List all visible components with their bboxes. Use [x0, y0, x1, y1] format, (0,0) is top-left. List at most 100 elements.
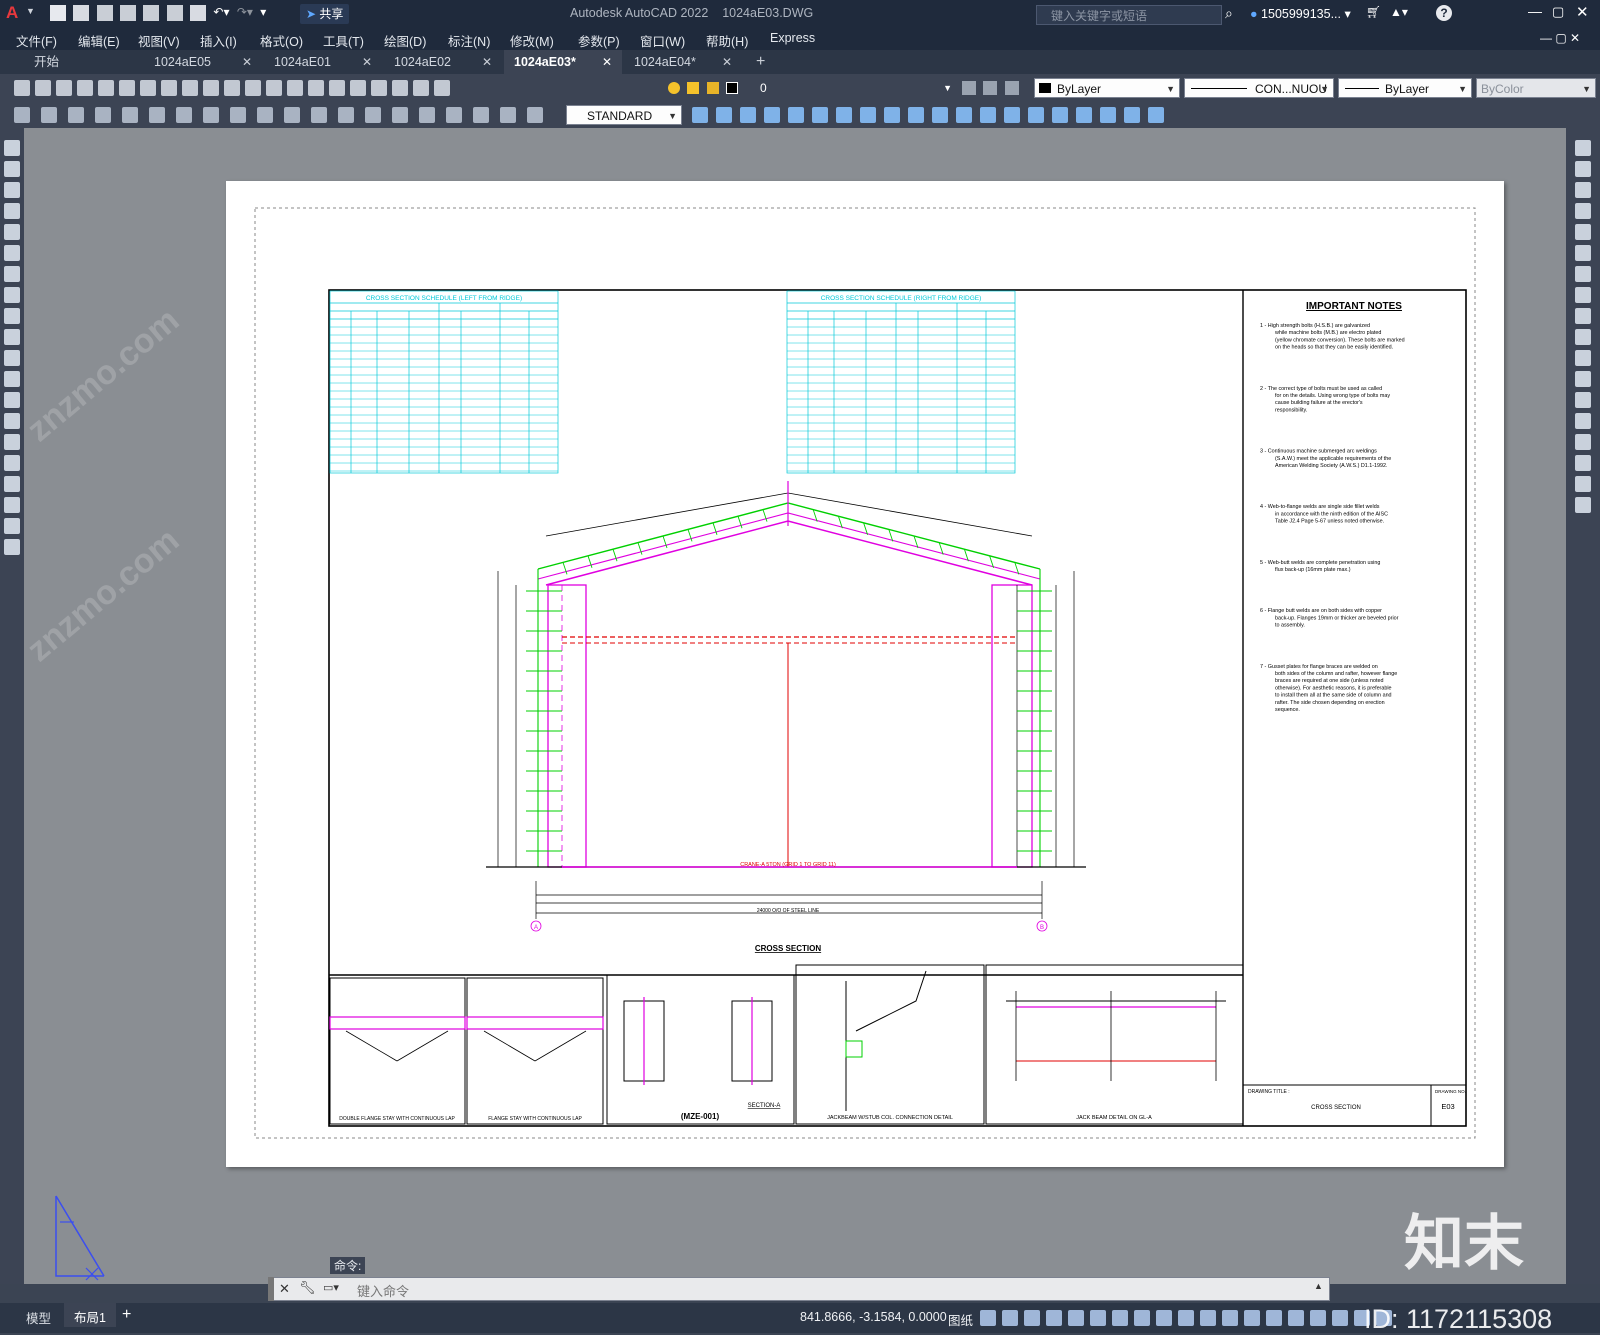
units-icon[interactable]	[1266, 1310, 1282, 1326]
3d-move-icon[interactable]	[1124, 107, 1140, 123]
search-icon[interactable]: ⌕	[1225, 5, 1233, 22]
minimize-icon[interactable]: —	[1528, 3, 1542, 19]
angular-dim-icon[interactable]	[230, 107, 246, 123]
hardware-acceleration-icon[interactable]	[1332, 1310, 1348, 1326]
doc-window-controls[interactable]: — ▢ ✕	[1540, 31, 1580, 45]
zoom-icon[interactable]	[224, 80, 240, 96]
close-tab-icon[interactable]: ✕	[602, 55, 612, 69]
menu-help[interactable]: 帮助(H)	[706, 31, 748, 50]
join-icon[interactable]	[1575, 413, 1591, 429]
region-icon[interactable]	[4, 476, 20, 492]
markup-icon[interactable]	[371, 80, 387, 96]
menu-window[interactable]: 窗口(W)	[640, 31, 685, 50]
stretch-icon[interactable]	[1575, 308, 1591, 324]
3d-cylinder-icon[interactable]	[716, 107, 732, 123]
save-web-icon[interactable]	[166, 5, 183, 21]
dimedit-icon[interactable]	[473, 107, 489, 123]
properties-icon[interactable]	[287, 80, 303, 96]
array-icon[interactable]	[1575, 224, 1591, 240]
zoom-previous-icon[interactable]	[266, 80, 282, 96]
polar-icon[interactable]	[1046, 1310, 1062, 1326]
ellipse-icon[interactable]	[4, 329, 20, 345]
close-tab-icon[interactable]: ✕	[722, 55, 732, 69]
new-icon[interactable]	[14, 80, 30, 96]
hatch-icon[interactable]	[4, 434, 20, 450]
arc-icon[interactable]	[4, 245, 20, 261]
close-icon[interactable]: ✕	[1576, 3, 1589, 21]
search-box[interactable]: 键入关键字或短语	[1036, 5, 1222, 25]
save-icon[interactable]	[56, 80, 72, 96]
menu-view[interactable]: 视图(V)	[138, 31, 180, 50]
close-tab-icon[interactable]: ✕	[242, 55, 252, 69]
quick-properties-icon[interactable]	[1288, 1310, 1304, 1326]
publish-icon[interactable]	[119, 80, 135, 96]
radius-dim-icon[interactable]	[149, 107, 165, 123]
dimtedit-icon[interactable]	[500, 107, 516, 123]
plotstyle-dropdown[interactable]: ByColor ▼	[1476, 78, 1596, 98]
center-mark-icon[interactable]	[392, 107, 408, 123]
tab-start[interactable]: 开始	[24, 50, 142, 74]
pan-icon[interactable]	[203, 80, 219, 96]
coordinates-readout[interactable]: 841.8666, -3.1584, 0.0000	[800, 1310, 947, 1324]
zoom-window-icon[interactable]	[245, 80, 261, 96]
dimstyle-dropdown[interactable]: STANDARD ▼	[566, 105, 682, 125]
share-button[interactable]: ➤ 共享	[300, 4, 350, 24]
offset-icon[interactable]	[1575, 203, 1591, 219]
command-recent-icon[interactable]: ▭▾	[323, 1281, 339, 1294]
break-icon[interactable]	[1575, 392, 1591, 408]
close-tab-icon[interactable]: ✕	[362, 55, 372, 69]
diameter-dim-icon[interactable]	[203, 107, 219, 123]
add-layout-icon[interactable]: +	[122, 1306, 131, 1324]
circle-icon[interactable]	[4, 266, 20, 282]
ordinate-dim-icon[interactable]	[122, 107, 138, 123]
dim-update-icon[interactable]	[527, 107, 543, 123]
command-expand-icon[interactable]: ▲	[1314, 1281, 1323, 1291]
3d-sphere-icon[interactable]	[764, 107, 780, 123]
union-icon[interactable]	[956, 107, 972, 123]
point-icon[interactable]	[4, 413, 20, 429]
snap-mode-icon[interactable]	[980, 1310, 996, 1326]
inspection-icon[interactable]	[419, 107, 435, 123]
selection-cycling-icon[interactable]	[1178, 1310, 1194, 1326]
baseline-dim-icon[interactable]	[257, 107, 273, 123]
revolve-icon[interactable]	[884, 107, 900, 123]
annotation-scale-icon[interactable]	[1200, 1310, 1216, 1326]
3d-pyramid-icon[interactable]	[788, 107, 804, 123]
transparency-icon[interactable]	[1156, 1310, 1172, 1326]
layer-isolate-icon[interactable]	[1004, 80, 1019, 95]
move-icon[interactable]	[1575, 245, 1591, 261]
new-icon[interactable]	[50, 5, 66, 21]
search-input[interactable]: 键入关键字或短语	[1051, 7, 1147, 24]
grid-icon[interactable]	[1002, 1310, 1018, 1326]
autocad-logo-icon[interactable]: A	[6, 4, 24, 22]
subtract-icon[interactable]	[980, 107, 996, 123]
add-selected-icon[interactable]	[4, 539, 20, 555]
arc-length-icon[interactable]	[95, 107, 111, 123]
spline-icon[interactable]	[4, 308, 20, 324]
mtext-icon[interactable]	[4, 518, 20, 534]
new-tab-icon[interactable]: +	[756, 53, 765, 71]
rectangle-icon[interactable]	[4, 224, 20, 240]
user-account[interactable]: ● 1505999135... ▾	[1250, 6, 1351, 21]
menu-format[interactable]: 格式(O)	[260, 31, 303, 50]
layer-dropdown[interactable]: 0 ▼	[756, 78, 956, 98]
3d-rotate-icon[interactable]	[1148, 107, 1164, 123]
plot-icon[interactable]	[77, 80, 93, 96]
open-icon[interactable]	[35, 80, 51, 96]
customize-qat-icon[interactable]: ▾	[260, 5, 266, 21]
object-snap-icon[interactable]	[1112, 1310, 1128, 1326]
polyline-icon[interactable]	[4, 182, 20, 198]
jogged-linear-icon[interactable]	[446, 107, 462, 123]
table-icon[interactable]	[4, 497, 20, 513]
lineweight-dropdown[interactable]: ByLayer ▼	[1338, 78, 1472, 98]
extrude-icon[interactable]	[860, 107, 876, 123]
save-icon[interactable]	[96, 5, 113, 21]
redo-icon[interactable]: ↷▾	[237, 5, 253, 21]
break-at-point-icon[interactable]	[1575, 371, 1591, 387]
close-tab-icon[interactable]: ✕	[482, 55, 492, 69]
3d-print-icon[interactable]	[140, 80, 156, 96]
layer-previous-icon[interactable]	[983, 80, 998, 95]
presspull-icon[interactable]	[1076, 107, 1092, 123]
restore-icon[interactable]: ▢	[1552, 4, 1564, 20]
layer-lock-icon[interactable]	[706, 81, 719, 94]
